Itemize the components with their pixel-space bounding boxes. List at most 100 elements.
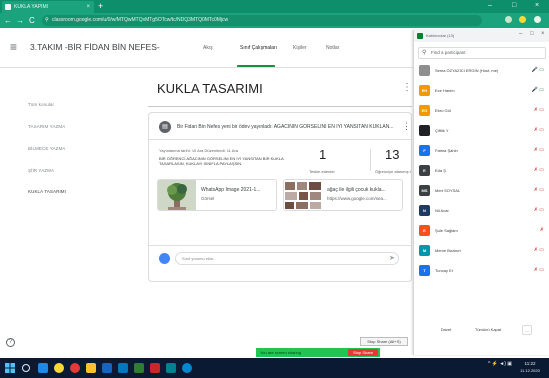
window-minimize-button[interactable]: – (488, 0, 492, 12)
meet-logo-icon (417, 33, 423, 39)
address-bar[interactable]: ⚲ classroom.google.com/u/0/w/MTQwMTQxMTg… (42, 15, 482, 26)
media-icon[interactable] (134, 363, 144, 373)
mic-muted-icon[interactable]: ✗ ▭ (534, 187, 544, 193)
mic-muted-icon[interactable]: ✗ ▭ (534, 167, 544, 173)
attachment-image[interactable]: WhatsApp Image 2021-1... Görsel (157, 179, 277, 211)
windows-start-icon[interactable] (5, 363, 15, 373)
word-icon[interactable] (102, 363, 112, 373)
store-icon[interactable] (118, 363, 128, 373)
class-title[interactable]: 3.TAKIM -BİR FİDAN BİN NEFES- (30, 42, 160, 52)
opera-icon[interactable] (70, 363, 80, 373)
chrome-icon[interactable] (54, 363, 64, 373)
clock-time: 11:22 (524, 361, 536, 366)
window-maximize-button[interactable]: □ (512, 0, 516, 12)
section-more-icon[interactable]: ⋮ (402, 82, 412, 93)
participant-row[interactable]: Sema ÖZYAZICI ERGİN (Host, me) 🎤 ▭ (414, 63, 549, 80)
card-divider (149, 139, 411, 140)
app-icon[interactable] (166, 363, 176, 373)
mic-muted-icon[interactable]: ✗ (540, 227, 544, 233)
classroom-favicon-icon (5, 4, 11, 10)
mute-all-button[interactable]: Tümünü Kapat (474, 325, 502, 335)
posted-date: Yayınlanma tarihi: 10 Ara Düzenlendi: 11… (159, 148, 239, 153)
participant-row[interactable]: Çiftlik Y ✗ ▭ (414, 123, 549, 140)
participants-title: Katılımcılar (13) (426, 33, 455, 38)
help-icon[interactable]: ? (6, 338, 15, 347)
participant-row[interactable]: E Şule Sağlam ✗ (414, 223, 549, 240)
mic-muted-icon[interactable]: ✗ ▭ (534, 247, 544, 253)
assigned-count[interactable]: 13 (385, 147, 399, 162)
app-icon[interactable] (150, 363, 160, 373)
meet-participants-panel: Katılımcılar (13) – □ × ⚲ Find a partici… (413, 30, 549, 355)
participant-row[interactable]: T Tuncay Er ✗ ▭ (414, 263, 549, 280)
panel-close-button[interactable]: × (541, 31, 545, 37)
participant-search-input[interactable]: ⚲ Find a participant (418, 47, 546, 59)
mic-muted-icon[interactable]: ✗ ▭ (534, 107, 544, 113)
participant-row[interactable]: M Merve Bozkurt ✗ ▭ (414, 243, 549, 260)
link-title: ağaç ile ilgili çocuk kukla... (327, 187, 386, 193)
topic-all[interactable]: Tüm konular (28, 102, 54, 107)
assignment-title[interactable]: Bir Fidan Bin Nefes yeni bir ödev yayınl… (177, 124, 397, 130)
tab-classwork[interactable]: Sınıf Çalışmaları (240, 45, 277, 51)
attachment-link[interactable]: ağaç ile ilgili çocuk kukla... https://w… (283, 179, 403, 211)
participant-row[interactable]: F Fatma Şahin ✗ ▭ (414, 143, 549, 160)
clock-date: 11.12.2020 (520, 368, 540, 373)
send-icon[interactable]: ➤ (389, 252, 395, 265)
back-icon[interactable]: ← (4, 14, 12, 27)
taskbar-clock[interactable]: 11:22 11.12.2020 (517, 360, 543, 376)
main-menu-icon[interactable]: ≡ (10, 40, 17, 54)
assigned-label: Öğrenciye atanmış ödev (375, 169, 411, 174)
participant-row[interactable]: EG Ebru Gül ✗ ▭ (414, 103, 549, 120)
forward-icon[interactable]: → (16, 14, 24, 27)
turned-in-label: Teslim edenler (309, 169, 335, 174)
assignment-card[interactable]: ▤ Bir Fidan Bin Nefes yeni bir ödev yayı… (148, 112, 412, 282)
more-button[interactable]: ... (522, 325, 532, 335)
window-close-button[interactable]: × (535, 0, 539, 12)
browser-menu-icon[interactable] (534, 16, 541, 23)
screen-share-status: You are screen sharing (260, 350, 301, 355)
panel-minimize-button[interactable]: – (519, 31, 522, 37)
tab-stream[interactable]: Akış (203, 45, 213, 51)
turned-in-count[interactable]: 1 (319, 147, 326, 162)
mic-muted-icon[interactable]: ✗ ▭ (534, 207, 544, 213)
mic-on-icon[interactable]: 🎤 ▭ (532, 87, 544, 93)
task-view-icon[interactable] (38, 363, 48, 373)
topic-design-writing[interactable]: TASARIM YAZMA (28, 124, 65, 129)
participant-row[interactable]: EH Ece Hanim 🎤 ▭ (414, 83, 549, 100)
stop-share-button[interactable]: Stop Share (348, 349, 378, 356)
participant-row[interactable]: MS Mert SOYSAL ✗ ▭ (414, 183, 549, 200)
new-tab-button[interactable]: + (98, 0, 103, 12)
assignment-more-icon[interactable]: ⋮ (402, 121, 411, 132)
tab-grades[interactable]: Notlar (326, 45, 339, 51)
screen-share-bar: You are screen sharing Stop Share (256, 348, 380, 357)
file-explorer-icon[interactable] (86, 363, 96, 373)
system-tray-icons[interactable]: ^ ⚡ ◄) ▣ (480, 361, 520, 368)
extension-icon[interactable] (505, 16, 512, 23)
attachment-thumbnail (158, 180, 196, 210)
tab-people[interactable]: Kişiler (293, 45, 307, 51)
search-icon: ⚲ (422, 50, 427, 56)
browser-tab[interactable]: KUKLA YAPIMI × (2, 1, 94, 13)
class-comment-input[interactable]: Sınıf yorumu ekle... (175, 252, 399, 265)
topic-poem-writing[interactable]: ŞİİR YAZMA (28, 168, 54, 173)
panel-maximize-button[interactable]: □ (530, 31, 534, 37)
topic-riddle-writing[interactable]: BİLMECE YAZMA (28, 146, 65, 151)
participant-row[interactable]: E Eda Ş. ✗ ▭ (414, 163, 549, 180)
windows-taskbar: ^ ⚡ ◄) ▣ 11:22 11.12.2020 (0, 358, 549, 378)
participant-avatar: E (419, 225, 430, 236)
participant-avatar: EG (419, 105, 430, 116)
search-icon[interactable] (22, 364, 30, 372)
invite-button[interactable]: Davet (436, 325, 456, 335)
participant-row[interactable]: N Nil Acar ✗ ▭ (414, 203, 549, 220)
meet-app-icon[interactable] (182, 363, 192, 373)
reload-icon[interactable]: C (29, 14, 35, 27)
mic-muted-icon[interactable]: ✗ ▭ (534, 127, 544, 133)
tab-close-icon[interactable]: × (86, 1, 90, 13)
extension-icon[interactable] (519, 16, 526, 23)
participant-name: Eda Ş. (435, 168, 448, 173)
participant-avatar (419, 125, 430, 136)
topic-puppet-design[interactable]: KUKLA TASARIMI (28, 189, 66, 194)
mic-muted-icon[interactable]: ✗ ▭ (534, 147, 544, 153)
mic-muted-icon[interactable]: ✗ ▭ (534, 267, 544, 273)
participant-avatar: MS (419, 185, 430, 196)
mic-on-icon[interactable]: 🎤 ▭ (532, 67, 544, 73)
